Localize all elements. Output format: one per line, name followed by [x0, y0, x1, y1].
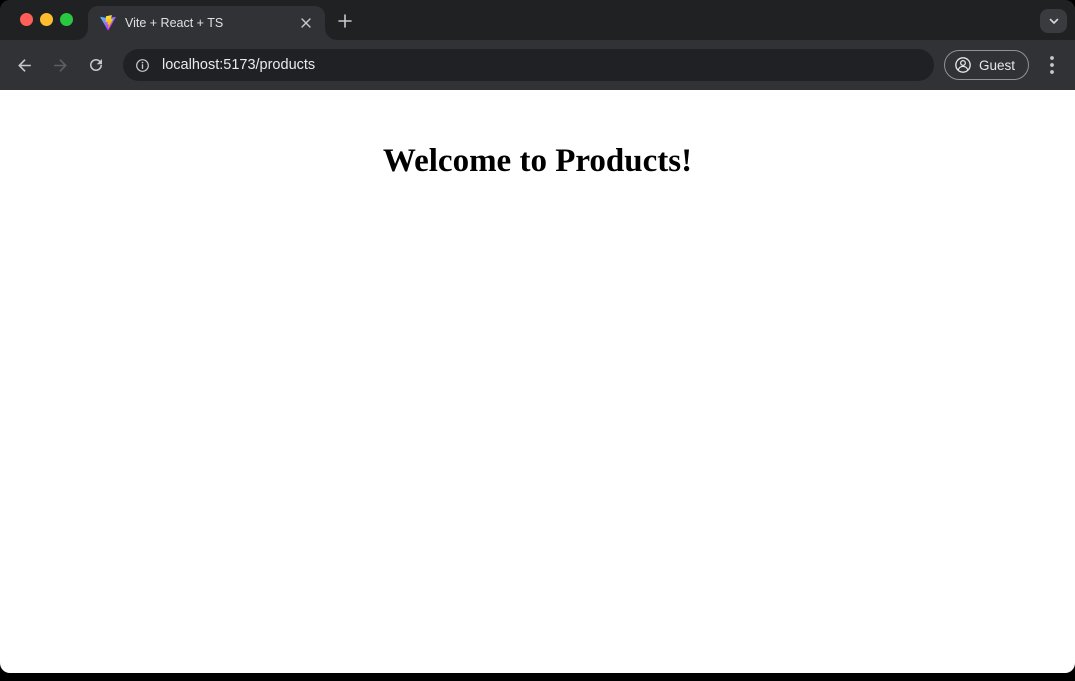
- site-info-button[interactable]: [129, 52, 155, 78]
- plus-icon: [338, 14, 352, 28]
- tab-strip: Vite + React + TS: [0, 0, 1075, 40]
- window-zoom-button[interactable]: [60, 13, 73, 26]
- profile-button[interactable]: Guest: [944, 50, 1029, 80]
- arrow-right-icon: [51, 56, 70, 75]
- reload-icon: [87, 56, 105, 74]
- chevron-down-icon: [1048, 15, 1060, 27]
- account-circle-icon: [953, 55, 973, 75]
- url-text[interactable]: localhost:5173/products: [162, 57, 315, 73]
- profile-label: Guest: [979, 58, 1015, 73]
- arrow-left-icon: [15, 56, 34, 75]
- tab-vite-react-ts[interactable]: Vite + React + TS: [88, 6, 325, 40]
- page-title: Welcome to Products!: [0, 143, 1075, 180]
- tab-search-button[interactable]: [1040, 9, 1067, 33]
- address-bar[interactable]: localhost:5173/products: [123, 49, 934, 81]
- new-tab-button[interactable]: [332, 8, 358, 34]
- reload-button[interactable]: [79, 48, 113, 82]
- tab-title: Vite + React + TS: [125, 16, 297, 30]
- page-content: Welcome to Products!: [0, 90, 1075, 673]
- browser-menu-button[interactable]: [1037, 50, 1067, 80]
- three-dot-menu-icon: [1050, 56, 1054, 74]
- window-close-button[interactable]: [20, 13, 33, 26]
- traffic-lights: [20, 13, 73, 26]
- vite-logo-icon: [100, 15, 116, 31]
- forward-button[interactable]: [43, 48, 77, 82]
- back-button[interactable]: [7, 48, 41, 82]
- window-minimize-button[interactable]: [40, 13, 53, 26]
- tab-close-icon[interactable]: [297, 14, 315, 32]
- browser-toolbar: localhost:5173/products Guest: [0, 40, 1075, 90]
- info-circle-icon: [134, 57, 151, 74]
- browser-window: Vite + React + TS: [0, 0, 1075, 673]
